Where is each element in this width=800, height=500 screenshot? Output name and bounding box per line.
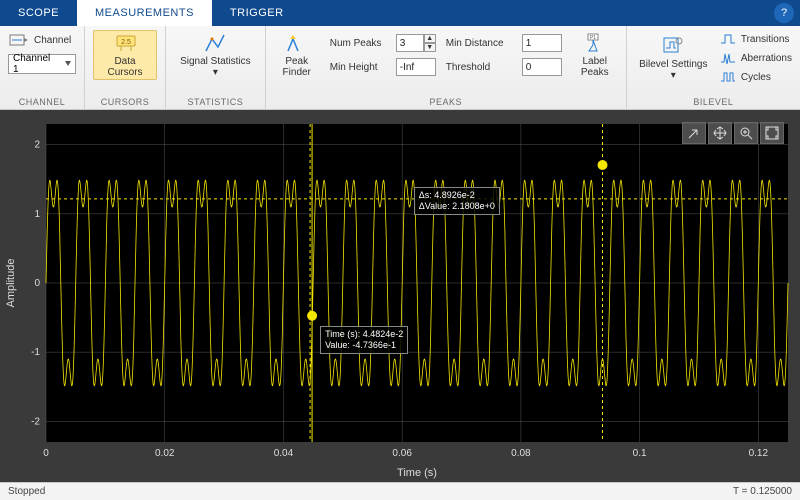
- svg-text:2.5: 2.5: [121, 39, 131, 46]
- label-peaks-icon: P1: [584, 32, 606, 54]
- signal-statistics-button[interactable]: Signal Statistics ▾: [174, 30, 257, 80]
- numpeaks-input[interactable]: 3: [396, 34, 424, 52]
- tool-arrow[interactable]: [682, 122, 706, 144]
- channel-select[interactable]: Channel 1: [8, 54, 76, 74]
- status-right: T = 0.125000: [733, 486, 792, 497]
- tab-scope[interactable]: SCOPE: [0, 0, 77, 26]
- label-peaks-label: Label Peaks: [576, 56, 614, 78]
- svg-text:0.02: 0.02: [155, 448, 175, 459]
- mindist-label: Min Distance: [446, 38, 518, 49]
- svg-text:Time (s): Time (s): [397, 467, 437, 479]
- group-label-peaks: PEAKS: [274, 97, 618, 109]
- bilevel-settings-icon: [662, 35, 684, 57]
- help-button[interactable]: ?: [774, 3, 794, 23]
- tool-pan[interactable]: [708, 122, 732, 144]
- group-cursors: 2.5 Data Cursors CURSORS: [85, 26, 166, 109]
- svg-text:0.08: 0.08: [511, 448, 531, 459]
- svg-text:-2: -2: [31, 416, 40, 427]
- status-left: Stopped: [8, 486, 45, 497]
- data-cursors-icon: 2.5: [114, 32, 136, 54]
- group-bilevel: Bilevel Settings ▾ Transitions Aberratio…: [627, 26, 800, 109]
- aberrations-button[interactable]: Aberrations: [720, 49, 792, 67]
- data-cursors-label: Data Cursors: [97, 56, 153, 78]
- numpeaks-up[interactable]: ▲: [424, 34, 436, 43]
- channel-icon: [8, 29, 30, 51]
- svg-text:1: 1: [34, 209, 40, 220]
- bilevel-settings-button[interactable]: Bilevel Settings ▾: [635, 33, 712, 83]
- svg-text:Amplitude: Amplitude: [5, 259, 17, 308]
- group-statistics: Signal Statistics ▾ STATISTICS: [166, 26, 266, 109]
- minheight-label: Min Height: [330, 62, 392, 73]
- group-channel: Channel Channel 1 CHANNEL: [0, 26, 85, 109]
- numpeaks-label: Num Peaks: [330, 38, 392, 49]
- peak-finder-label: Peak Finder: [278, 56, 316, 78]
- svg-text:0.1: 0.1: [633, 448, 647, 459]
- channel-label: Channel: [34, 35, 71, 46]
- tool-zoom[interactable]: [734, 122, 758, 144]
- transitions-button[interactable]: Transitions: [720, 30, 792, 48]
- label-peaks-button[interactable]: P1 Label Peaks: [572, 30, 618, 80]
- tab-measurements[interactable]: MEASUREMENTS: [77, 0, 212, 26]
- plot-tools: [682, 122, 784, 144]
- cycles-button[interactable]: Cycles: [720, 68, 792, 86]
- bilevel-settings-label: Bilevel Settings ▾: [639, 59, 708, 81]
- mindist-input[interactable]: 1: [522, 34, 562, 52]
- group-label-bilevel: BILEVEL: [635, 97, 792, 109]
- svg-text:2: 2: [34, 140, 40, 151]
- svg-text:-1: -1: [31, 347, 40, 358]
- status-bar: Stopped T = 0.125000: [0, 482, 800, 500]
- cycles-icon: [720, 70, 736, 84]
- signal-statistics-label: Signal Statistics ▾: [178, 56, 253, 78]
- svg-text:0: 0: [43, 448, 49, 459]
- numpeaks-down[interactable]: ▼: [424, 43, 436, 52]
- group-label-statistics: STATISTICS: [174, 97, 257, 109]
- svg-text:0.12: 0.12: [749, 448, 769, 459]
- transitions-icon: [720, 32, 736, 46]
- group-label-cursors: CURSORS: [93, 97, 157, 109]
- threshold-input[interactable]: 0: [522, 58, 562, 76]
- peak-finder-button[interactable]: Peak Finder: [274, 30, 320, 80]
- ribbon: Channel Channel 1 CHANNEL 2.5 Data Curso…: [0, 26, 800, 110]
- svg-text:0.06: 0.06: [392, 448, 412, 459]
- svg-text:0: 0: [34, 278, 40, 289]
- cursor1-tooltip: Time (s): 4.4824e-2Value: -4.7366e-1: [320, 326, 408, 354]
- group-peaks: Peak Finder Num Peaks 3 ▲ ▼ Min Height -: [266, 26, 627, 109]
- tab-trigger[interactable]: TRIGGER: [212, 0, 302, 26]
- minheight-input[interactable]: -Inf: [396, 58, 436, 76]
- tool-fit[interactable]: [760, 122, 784, 144]
- scope-area: 0 0.02 0.04 0.06 0.08 0.1 0.12 -2 -1 0 1 2 Time (s) A…: [0, 110, 800, 482]
- aberrations-icon: [720, 51, 736, 65]
- peak-finder-icon: [286, 32, 308, 54]
- svg-text:0.04: 0.04: [274, 448, 294, 459]
- cursor2-tooltip: Δs: 4.8926e-2ΔValue: 2.1808e+0: [414, 187, 500, 215]
- tabstrip: SCOPE MEASUREMENTS TRIGGER ?: [0, 0, 800, 26]
- scope-plot[interactable]: 0 0.02 0.04 0.06 0.08 0.1 0.12 -2 -1 0 1 2 Time (s) A…: [0, 110, 800, 482]
- data-cursors-button[interactable]: 2.5 Data Cursors: [93, 30, 157, 80]
- group-label-channel: CHANNEL: [8, 97, 76, 109]
- statistics-icon: [204, 32, 226, 54]
- threshold-label: Threshold: [446, 62, 518, 73]
